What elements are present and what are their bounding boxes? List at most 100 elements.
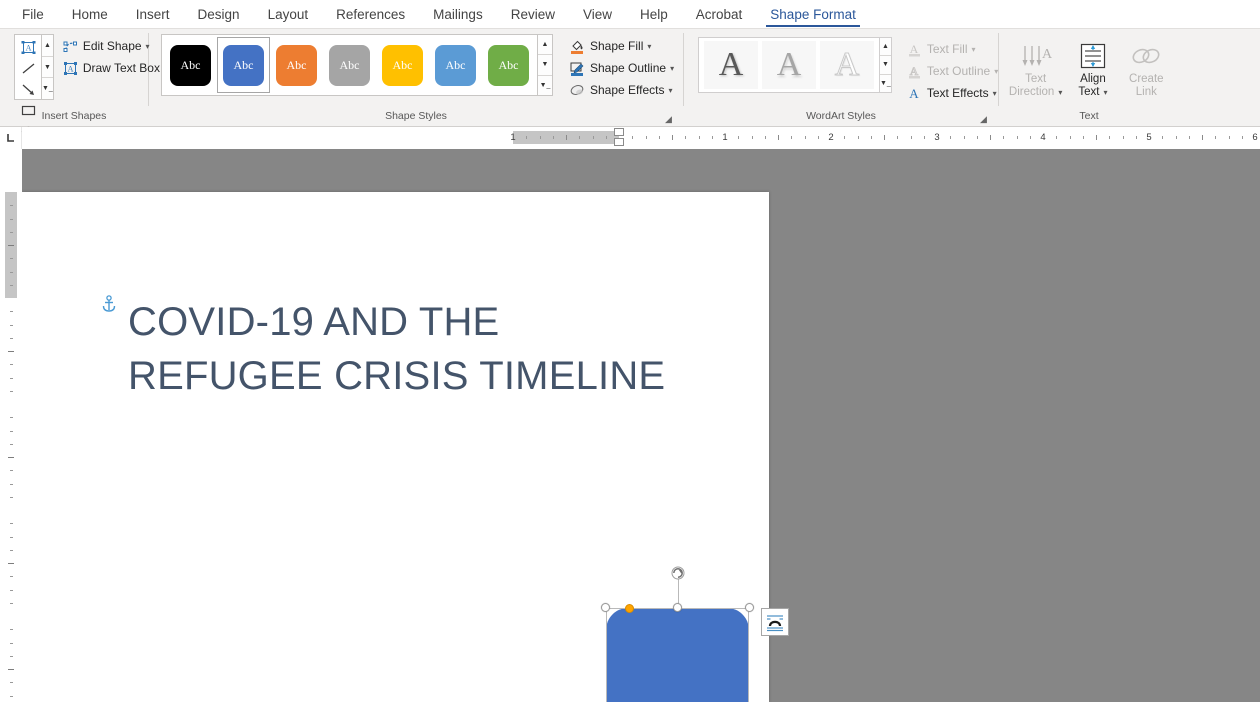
horizontal-ruler[interactable]: 1 1 2 3 4 5 6 bbox=[22, 127, 1260, 149]
shape-styles-gallery[interactable]: Abc Abc Abc Abc Abc Abc Abc bbox=[161, 34, 538, 96]
scroll-down-icon[interactable]: ▼ bbox=[42, 56, 53, 79]
selected-shape[interactable] bbox=[601, 566, 754, 702]
vruler-tick bbox=[10, 523, 13, 525]
tab-help[interactable]: Help bbox=[626, 4, 682, 28]
shape-text-box[interactable]: A bbox=[16, 37, 40, 58]
svg-text:A: A bbox=[909, 64, 918, 78]
vruler-tick bbox=[10, 337, 13, 339]
vruler-tick bbox=[10, 470, 13, 472]
rotate-handle-icon[interactable] bbox=[669, 564, 687, 582]
tab-insert[interactable]: Insert bbox=[122, 4, 184, 28]
document-canvas[interactable]: COVID-19 AND THE REFUGEE CRISIS TIMELINE bbox=[22, 149, 1260, 702]
first-line-indent-marker[interactable] bbox=[614, 128, 624, 136]
shape-styles-scrollbar[interactable]: ▲ ▼ ▼_ bbox=[538, 34, 553, 96]
ruler-tick bbox=[817, 136, 819, 139]
tab-acrobat[interactable]: Acrobat bbox=[682, 4, 757, 28]
shape-outline-button[interactable]: Shape Outline ▾ bbox=[567, 57, 679, 79]
text-effects-icon: A bbox=[906, 85, 923, 102]
wordart-style-3[interactable]: A bbox=[820, 41, 874, 89]
tab-layout[interactable]: Layout bbox=[254, 4, 323, 28]
align-text-button[interactable]: Align Text ▾ bbox=[1066, 36, 1119, 108]
scroll-up-icon[interactable]: ▲ bbox=[880, 38, 891, 57]
layout-options-button[interactable] bbox=[761, 608, 789, 636]
shape-style-chip-label: Abc bbox=[276, 44, 317, 86]
shape-style-orange[interactable]: Abc bbox=[270, 37, 323, 93]
shape-adjust-handle[interactable] bbox=[625, 604, 634, 613]
ruler-tick bbox=[1122, 136, 1124, 139]
ruler-tick bbox=[950, 136, 952, 139]
wordart-styles-scrollbar[interactable]: ▲ ▼ ▼_ bbox=[880, 37, 892, 93]
shape-line[interactable] bbox=[16, 58, 40, 79]
shape-style-blue[interactable]: Abc bbox=[217, 37, 270, 93]
page-title-line-1: COVID-19 AND THE bbox=[128, 300, 500, 344]
insert-shapes-gallery[interactable]: A bbox=[14, 34, 42, 411]
draw-text-box-icon: A bbox=[62, 60, 79, 77]
shape-line-arrow[interactable] bbox=[16, 79, 40, 100]
shape-style-lightblue[interactable]: Abc bbox=[429, 37, 482, 93]
shape-style-gold[interactable]: Abc bbox=[376, 37, 429, 93]
tab-file[interactable]: File bbox=[8, 4, 58, 28]
wordart-styles-dialog-launcher[interactable]: ◢ bbox=[980, 113, 992, 125]
shape-style-gray[interactable]: Abc bbox=[323, 37, 376, 93]
vruler-tick bbox=[10, 695, 13, 697]
text-outline-button[interactable]: A Text Outline ▾ bbox=[904, 60, 1003, 82]
text-direction-button[interactable]: A Text Direction ▾ bbox=[1005, 36, 1066, 108]
shape-style-green[interactable]: Abc bbox=[482, 37, 535, 93]
tab-home[interactable]: Home bbox=[58, 4, 122, 28]
page-title[interactable]: COVID-19 AND THE REFUGEE CRISIS TIMELINE bbox=[128, 295, 673, 403]
resize-handle-top-right[interactable] bbox=[745, 603, 754, 612]
more-wordart-icon[interactable]: ▼_ bbox=[880, 74, 891, 92]
more-shapes-icon[interactable]: ▼_ bbox=[42, 78, 53, 100]
text-fill-button[interactable]: A Text Fill ▾ bbox=[904, 38, 1003, 60]
align-text-label-1: Align bbox=[1080, 73, 1106, 85]
text-outline-icon: A bbox=[906, 63, 923, 80]
vruler-tick bbox=[10, 390, 13, 392]
vruler-tick bbox=[10, 602, 13, 604]
ruler-number: 1 bbox=[510, 132, 516, 143]
scroll-up-icon[interactable]: ▲ bbox=[538, 35, 552, 56]
insert-shapes-scrollbar[interactable]: ▲ ▼ ▼_ bbox=[42, 34, 54, 100]
group-label-text: Text bbox=[1079, 110, 1099, 122]
wordart-style-2[interactable]: A bbox=[762, 41, 816, 89]
scroll-down-icon[interactable]: ▼ bbox=[880, 56, 891, 75]
ruler-tick bbox=[1162, 136, 1164, 139]
ruler-row: 1 1 2 3 4 5 6 bbox=[0, 127, 1260, 149]
scroll-down-icon[interactable]: ▼ bbox=[538, 55, 552, 76]
ruler-tick bbox=[1241, 136, 1243, 139]
ruler-tick bbox=[923, 136, 925, 139]
resize-handle-top-center[interactable] bbox=[673, 603, 682, 612]
shape-effects-button[interactable]: Shape Effects ▾ bbox=[567, 79, 679, 101]
shape-fill-icon bbox=[569, 38, 586, 55]
tab-design[interactable]: Design bbox=[184, 4, 254, 28]
vruler-tick bbox=[10, 549, 13, 551]
ruler-tick bbox=[645, 136, 647, 139]
ribbon: A ▲ ▼ ▼_ Edit Shape ▾ A Draw Text Box In… bbox=[0, 28, 1260, 411]
tab-mailings[interactable]: Mailings bbox=[419, 4, 497, 28]
align-text-icon bbox=[1077, 39, 1109, 73]
text-effects-button[interactable]: A Text Effects ▾ bbox=[904, 82, 1003, 104]
tab-review[interactable]: Review bbox=[497, 4, 569, 28]
ruler-tick bbox=[658, 136, 660, 139]
wordart-styles-gallery[interactable]: A A A bbox=[698, 37, 880, 93]
document-page[interactable]: COVID-19 AND THE REFUGEE CRISIS TIMELINE bbox=[22, 192, 789, 702]
resize-handle-top-left[interactable] bbox=[601, 603, 610, 612]
left-indent-marker[interactable] bbox=[614, 138, 624, 146]
ruler-tick bbox=[1096, 135, 1097, 140]
create-link-button[interactable]: Create Link bbox=[1120, 36, 1173, 108]
ruler-tick bbox=[1188, 136, 1190, 139]
wordart-style-1[interactable]: A bbox=[704, 41, 758, 89]
shape-style-black[interactable]: Abc bbox=[164, 37, 217, 93]
vertical-ruler[interactable] bbox=[0, 149, 22, 702]
tab-shape-format[interactable]: Shape Format bbox=[756, 4, 870, 28]
tab-references[interactable]: References bbox=[322, 4, 419, 28]
shape-fill-button[interactable]: Shape Fill ▾ bbox=[567, 35, 679, 57]
ruler-tick bbox=[698, 136, 700, 139]
chevron-down-icon: ▾ bbox=[1058, 88, 1063, 97]
edit-shape-label: Edit Shape bbox=[82, 39, 142, 53]
more-styles-icon[interactable]: ▼_ bbox=[538, 75, 552, 95]
vruler-tick bbox=[10, 682, 13, 684]
tab-view[interactable]: View bbox=[569, 4, 626, 28]
scroll-up-icon[interactable]: ▲ bbox=[42, 35, 53, 57]
shape-style-chip-label: Abc bbox=[382, 44, 423, 86]
shape-styles-dialog-launcher[interactable]: ◢ bbox=[665, 113, 677, 125]
